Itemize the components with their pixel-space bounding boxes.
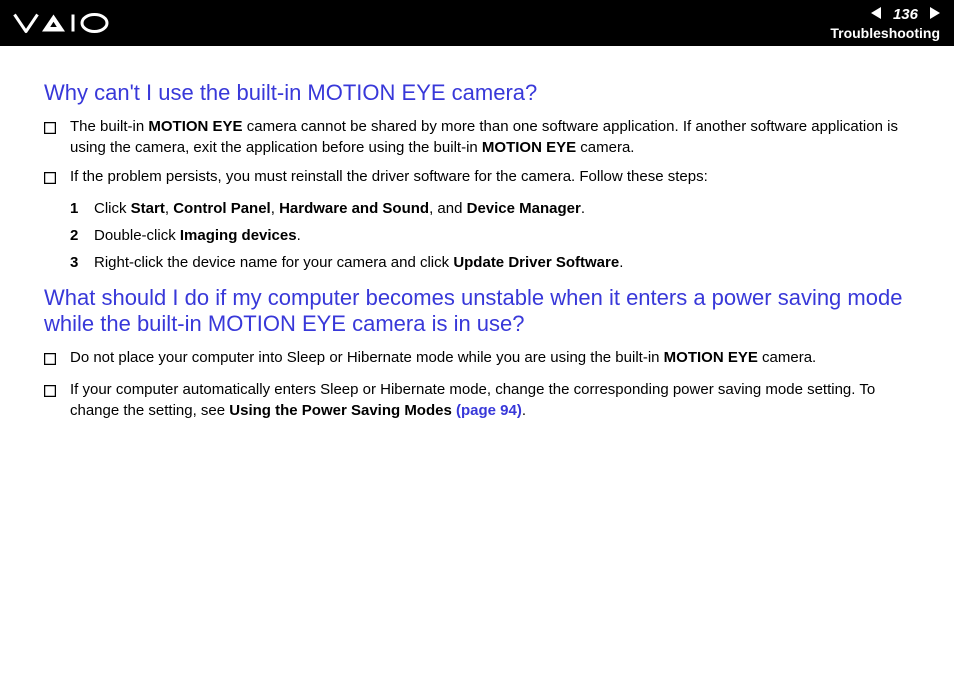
bullet-text: The built-in MOTION EYE camera cannot be… — [70, 116, 910, 158]
list-item: Do not place your computer into Sleep or… — [44, 347, 910, 371]
page-navigation: 136 — [830, 6, 940, 23]
bold-text: Device Manager — [467, 200, 581, 217]
numbered-item: 2 Double-click Imaging devices. — [70, 225, 910, 246]
text: Click — [94, 200, 131, 217]
page-number: 136 — [893, 6, 918, 23]
bullet-icon — [44, 350, 58, 371]
section-label: Troubleshooting — [830, 25, 940, 41]
text: Right-click the device name for your cam… — [94, 254, 453, 271]
bold-text: MOTION EYE — [148, 118, 242, 135]
question-2-heading: What should I do if my computer becomes … — [44, 285, 910, 337]
text: . — [297, 227, 301, 244]
text: camera. — [758, 349, 816, 366]
bullet-icon — [44, 119, 58, 140]
list-item: If your computer automatically enters Sl… — [44, 379, 910, 421]
text: , — [165, 200, 173, 217]
prev-page-arrow-icon[interactable] — [871, 6, 887, 22]
text: The built-in — [70, 118, 148, 135]
vaio-logo — [12, 12, 112, 34]
bullet-text: If your computer automatically enters Sl… — [70, 379, 910, 421]
bold-text: MOTION EYE — [664, 349, 758, 366]
bold-text: Start — [131, 200, 165, 217]
text: . — [522, 402, 526, 419]
text: . — [581, 200, 585, 217]
step-number: 3 — [70, 252, 94, 273]
question-1-heading: Why can't I use the built-in MOTION EYE … — [44, 80, 910, 106]
list-item: The built-in MOTION EYE camera cannot be… — [44, 116, 910, 158]
bullet-text: Do not place your computer into Sleep or… — [70, 347, 910, 368]
page-header: 136 Troubleshooting — [0, 0, 954, 46]
bold-text: MOTION EYE — [482, 139, 576, 156]
list-item: If the problem persists, you must reinst… — [44, 166, 910, 190]
text: . — [619, 254, 623, 271]
bullet-icon — [44, 382, 58, 403]
text: Do not place your computer into Sleep or… — [70, 349, 664, 366]
text: , and — [429, 200, 467, 217]
page-content: Why can't I use the built-in MOTION EYE … — [0, 46, 954, 421]
bullet-text: If the problem persists, you must reinst… — [70, 166, 910, 187]
step-text: Right-click the device name for your cam… — [94, 252, 623, 273]
bold-text: Control Panel — [173, 200, 271, 217]
step-text: Double-click Imaging devices. — [94, 225, 301, 246]
bold-text: Using the Power Saving Modes — [229, 402, 452, 419]
step-number: 2 — [70, 225, 94, 246]
bullet-icon — [44, 169, 58, 190]
page-reference-link[interactable]: (page 94) — [452, 402, 522, 419]
bold-text: Hardware and Sound — [279, 200, 429, 217]
header-right: 136 Troubleshooting — [830, 6, 940, 41]
text: camera. — [576, 139, 634, 156]
step-number: 1 — [70, 198, 94, 219]
text: , — [271, 200, 279, 217]
numbered-list: 1 Click Start, Control Panel, Hardware a… — [70, 198, 910, 273]
next-page-arrow-icon[interactable] — [924, 6, 940, 22]
step-text: Click Start, Control Panel, Hardware and… — [94, 198, 585, 219]
bold-text: Imaging devices — [180, 227, 297, 244]
numbered-item: 1 Click Start, Control Panel, Hardware a… — [70, 198, 910, 219]
text: Double-click — [94, 227, 180, 244]
bold-text: Update Driver Software — [453, 254, 619, 271]
numbered-item: 3 Right-click the device name for your c… — [70, 252, 910, 273]
